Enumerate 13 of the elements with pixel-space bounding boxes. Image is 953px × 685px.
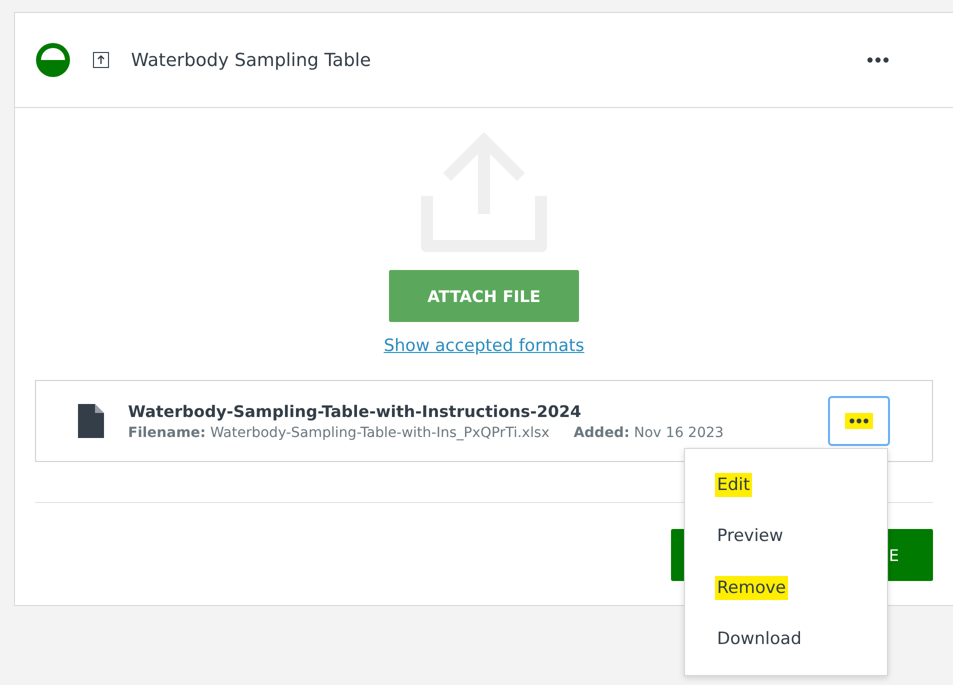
menu-item[interactable]: Preview [715,524,786,548]
menu-item[interactable]: Edit [715,472,752,497]
upload-icon [93,52,109,68]
accepted-formats-link[interactable]: Show accepted formats [384,336,584,356]
attachment-title: Waterbody-Sampling-Table-with-Instructions-2024 [128,402,582,420]
menu-item[interactable]: Remove [715,576,788,600]
file-icon [78,404,104,438]
section-title: Waterbody Sampling Table [131,50,371,70]
more-icon [867,57,889,63]
more-icon [849,418,869,424]
menu-item[interactable]: Download [715,627,804,652]
filename-text: Filename: Waterbody-Sampling-Table-with-Ins_PxQPrTi.xlsx [128,424,550,440]
added-date-text: Added: Nov 16 2023 [574,424,724,440]
